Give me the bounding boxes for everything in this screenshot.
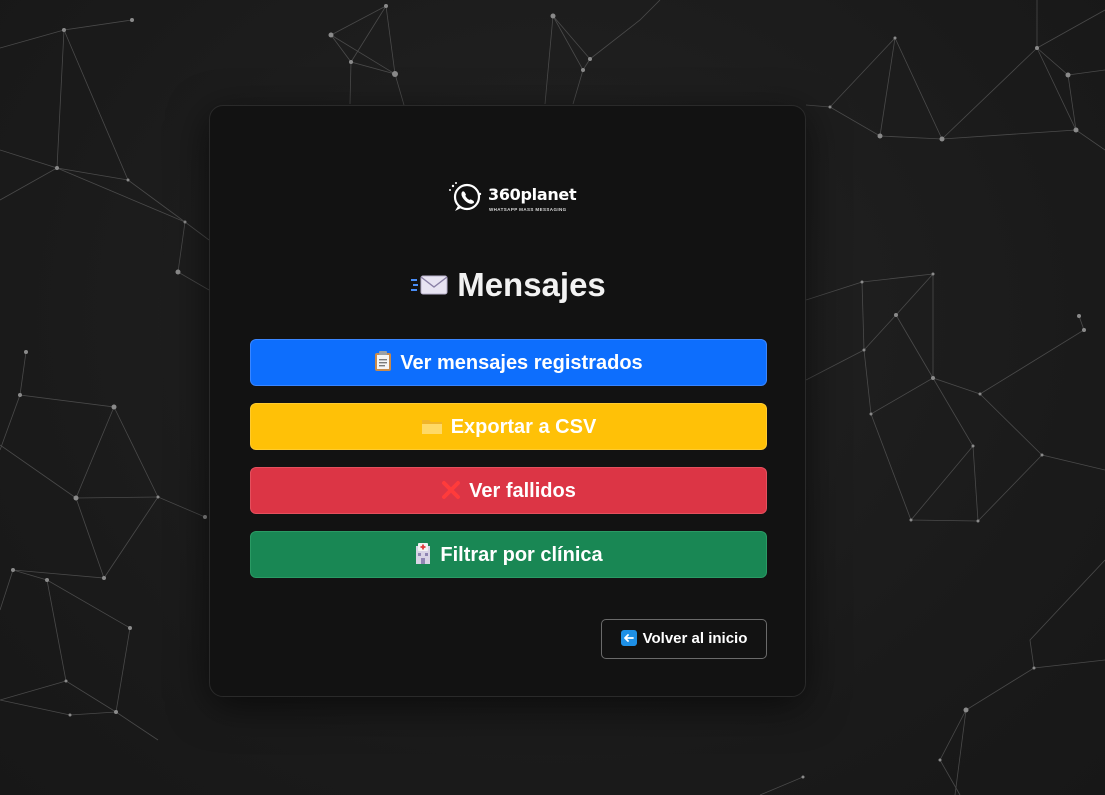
brand-name: 360planet — [488, 185, 577, 204]
view-failed-button[interactable]: Ver fallidos — [250, 467, 767, 514]
view-messages-label: Ver mensajes registrados — [400, 352, 643, 374]
view-messages-button[interactable]: Ver mensajes registrados — [250, 339, 767, 386]
brand-tagline: WHATSAPP MASS MESSAGING — [489, 207, 567, 212]
folder-icon — [421, 419, 442, 434]
export-csv-button[interactable]: Exportar a CSV — [250, 403, 767, 450]
export-csv-label: Exportar a CSV — [450, 416, 597, 438]
clipboard-icon — [375, 351, 392, 372]
back-home-button[interactable]: Volver al inicio — [601, 619, 767, 659]
view-failed-label: Ver fallidos — [469, 480, 576, 502]
page-title: Mensajes — [210, 266, 807, 304]
incoming-envelope-icon — [411, 275, 448, 295]
filter-clinic-label: Filtrar por clínica — [440, 544, 603, 566]
page-title-text: Mensajes — [457, 266, 606, 303]
cross-mark-icon — [442, 480, 461, 499]
left-arrow-icon — [620, 629, 637, 646]
back-home-label: Volver al inicio — [642, 630, 748, 647]
messages-card: 360planet WHATSAPP MASS MESSAGING Mensaj… — [209, 105, 806, 697]
brand-logo: 360planet WHATSAPP MASS MESSAGING — [447, 180, 577, 216]
filter-clinic-button[interactable]: Filtrar por clínica — [250, 531, 767, 578]
whatsapp-phone-icon — [449, 182, 482, 211]
hospital-icon — [416, 542, 431, 564]
